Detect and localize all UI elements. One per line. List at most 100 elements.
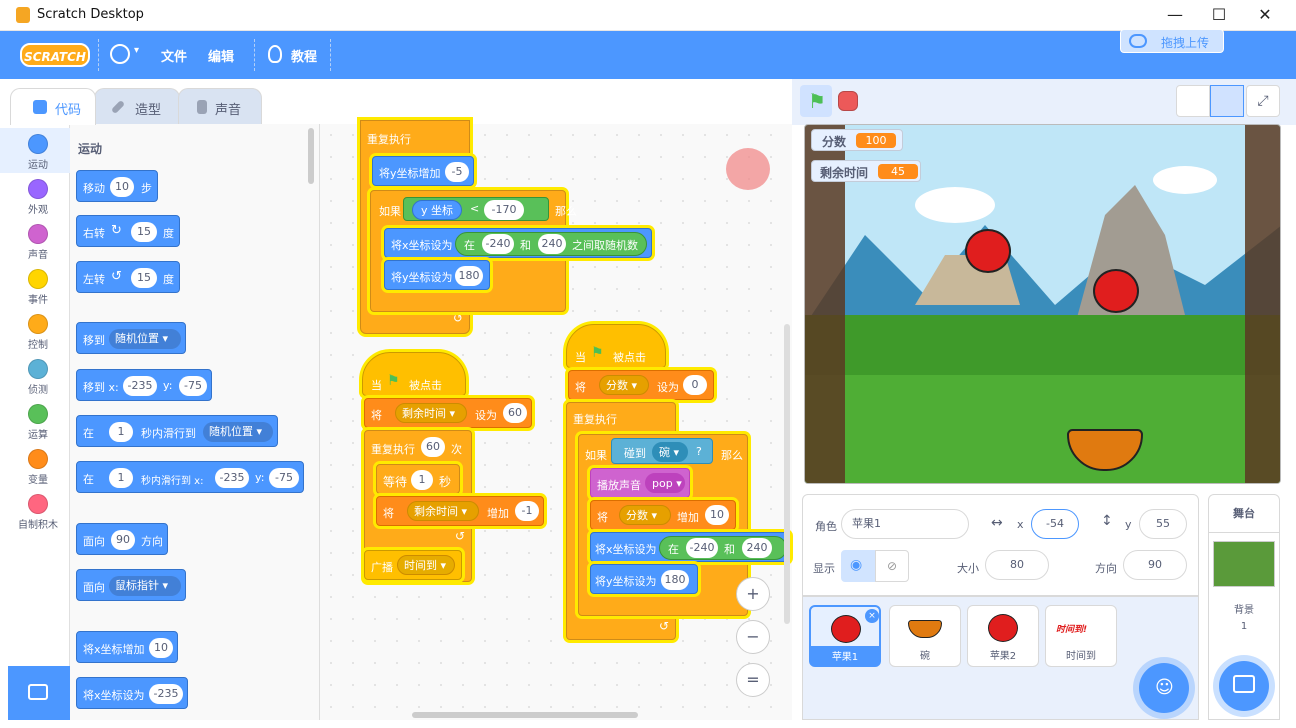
random-to-input[interactable]: 240	[538, 234, 566, 254]
hide-sprite-button[interactable]: ⊘	[875, 550, 909, 582]
degrees-input[interactable]: 15	[131, 222, 157, 242]
palette-scrollbar[interactable]	[308, 128, 314, 184]
direction-input[interactable]: 90	[1123, 550, 1187, 580]
seconds-input[interactable]: 1	[109, 468, 133, 488]
y-input[interactable]: -75	[179, 376, 207, 396]
block-set-variable[interactable]: 将 剩余时间 ▾ 设为 60	[364, 398, 532, 428]
repeat-count-input[interactable]: 60	[421, 437, 445, 457]
block-turn-right[interactable]: 右转 ↻ 15 度	[76, 215, 180, 247]
apple-sprite-1[interactable]	[965, 229, 1011, 273]
stop-button[interactable]	[838, 91, 858, 111]
block-move-steps[interactable]: 移动 10 步	[76, 170, 158, 202]
scratch-logo[interactable]: SCRATCH	[20, 43, 90, 67]
block-turn-left[interactable]: 左转 ↺ 15 度	[76, 261, 180, 293]
menu-file[interactable]: 文件	[161, 46, 187, 65]
upload-button[interactable]: 拖拽上传	[1120, 29, 1224, 53]
close-icon[interactable]: ✕	[1250, 4, 1280, 26]
zoom-reset-button[interactable]: =	[736, 663, 770, 697]
tab-code[interactable]: 代码	[10, 88, 96, 125]
block-set-y[interactable]: 将y坐标设为 180	[590, 564, 698, 594]
block-point-direction[interactable]: 面向 90 方向	[76, 523, 168, 555]
block-set-y[interactable]: 将y坐标设为 180	[384, 260, 490, 290]
category-looks[interactable]: 外观	[0, 173, 70, 218]
y-position-reporter[interactable]: y 坐标	[412, 200, 462, 220]
add-sprite-button[interactable]: ☺	[1139, 663, 1189, 713]
direction-input[interactable]: 90	[111, 530, 135, 550]
block-set-score[interactable]: 将 分数 ▾ 设为 0	[568, 370, 714, 400]
variable-dropdown[interactable]: 分数 ▾	[619, 505, 671, 525]
apple-sprite-2[interactable]	[1093, 269, 1139, 313]
variable-dropdown[interactable]: 剩余时间 ▾	[407, 501, 479, 521]
touch-target-dropdown[interactable]: 碗 ▾	[652, 442, 688, 462]
category-operators[interactable]: 运算	[0, 398, 70, 443]
block-point-towards[interactable]: 面向 鼠标指针 ▾	[76, 569, 186, 601]
y-input[interactable]: 180	[661, 570, 689, 590]
value-input[interactable]: 60	[503, 403, 527, 423]
touching-sensor[interactable]: 碰到 碗 ▾ ?	[611, 438, 713, 464]
block-glide-to[interactable]: 在 1 秒内滑行到 随机位置 ▾	[76, 415, 278, 447]
random-to-input[interactable]: 240	[742, 538, 772, 558]
less-than-operator[interactable]: y 坐标 < -170	[403, 197, 549, 221]
block-set-x-random[interactable]: 将x坐标设为 在 -240 和 240	[590, 532, 790, 562]
category-my-blocks[interactable]: 自制积木	[0, 488, 70, 533]
block-goto-xy[interactable]: 移到 x: -235 y: -75	[76, 369, 212, 401]
category-variables[interactable]: 变量	[0, 443, 70, 488]
category-motion[interactable]: 运动	[0, 128, 70, 173]
horizontal-scrollbar[interactable]	[412, 712, 638, 718]
block-change-y[interactable]: 将y坐标增加 -5	[372, 156, 474, 186]
variable-dropdown[interactable]: 剩余时间 ▾	[395, 403, 467, 423]
delete-sprite-icon[interactable]: ×	[865, 609, 879, 623]
compare-input[interactable]: -170	[484, 200, 524, 220]
x-position-input[interactable]: -54	[1031, 509, 1079, 539]
sprite-tile-apple2[interactable]: 苹果2	[967, 605, 1039, 667]
value-input[interactable]: 10	[705, 505, 729, 525]
tab-costumes[interactable]: 造型	[94, 88, 180, 126]
y-input[interactable]: -75	[269, 468, 299, 488]
category-events[interactable]: 事件	[0, 263, 70, 308]
block-goto[interactable]: 移到 随机位置 ▾	[76, 322, 186, 354]
random-from-input[interactable]: -240	[686, 538, 718, 558]
steps-input[interactable]: 10	[110, 177, 134, 197]
large-stage-button[interactable]	[1210, 85, 1244, 117]
vertical-scrollbar[interactable]	[784, 324, 790, 624]
sprite-tile-timeup[interactable]: 时间到! 时间到	[1045, 605, 1117, 667]
degrees-input[interactable]: 15	[131, 268, 157, 288]
dy-input[interactable]: -5	[445, 162, 469, 182]
sprite-tile-apple1[interactable]: × 苹果1	[809, 605, 881, 667]
block-play-sound[interactable]: 播放声音 pop ▾	[590, 468, 690, 498]
tab-sounds[interactable]: 声音	[178, 88, 262, 126]
dx-input[interactable]: 10	[149, 638, 173, 658]
block-glide-xy[interactable]: 在 1 秒内滑行到 x: -235 y: -75	[76, 461, 304, 493]
add-backdrop-button[interactable]	[1219, 661, 1269, 711]
glide-target-dropdown[interactable]: 随机位置 ▾	[203, 422, 273, 442]
category-sound[interactable]: 声音	[0, 218, 70, 263]
add-extension-button[interactable]	[8, 666, 70, 720]
value-input[interactable]: 0	[683, 375, 707, 395]
time-monitor[interactable]: 剩余时间 45	[811, 160, 921, 182]
wait-seconds-input[interactable]: 1	[411, 470, 433, 490]
message-dropdown[interactable]: 时间到 ▾	[397, 555, 455, 575]
language-globe-icon[interactable]	[110, 44, 130, 64]
block-change-variable[interactable]: 将 剩余时间 ▾ 增加 -1	[376, 496, 544, 526]
value-input[interactable]: -1	[515, 501, 539, 521]
block-wait[interactable]: 等待 1 秒	[376, 464, 460, 494]
random-from-input[interactable]: -240	[482, 234, 514, 254]
goto-target-dropdown[interactable]: 随机位置 ▾	[109, 329, 181, 349]
zoom-in-button[interactable]: +	[736, 577, 770, 611]
stage-canvas[interactable]: 分数 100 剩余时间 45	[804, 124, 1281, 484]
random-operator[interactable]: 在 -240 和 240 之间取随机数	[455, 232, 647, 256]
small-stage-button[interactable]	[1176, 85, 1210, 117]
fullscreen-icon[interactable]: ⤢	[1246, 85, 1280, 117]
sound-dropdown[interactable]: pop ▾	[645, 473, 685, 493]
minimize-icon[interactable]: —	[1160, 4, 1190, 26]
script2-when-flag-clicked[interactable]: 当 ⚑ 被点击	[362, 352, 466, 396]
random-operator[interactable]: 在 -240 和 240	[659, 536, 787, 560]
sprite-tile-bowl[interactable]: 碗	[889, 605, 961, 667]
block-broadcast[interactable]: 广播 时间到 ▾	[364, 550, 462, 580]
block-change-x[interactable]: 将x坐标增加 10	[76, 631, 178, 663]
x-input[interactable]: -235	[149, 684, 183, 704]
block-set-x-random[interactable]: 将x坐标设为 在 -240 和 240 之间取随机数	[384, 228, 652, 258]
maximize-icon[interactable]: ☐	[1204, 4, 1234, 26]
category-sensing[interactable]: 侦测	[0, 353, 70, 398]
menu-tutorials[interactable]: 教程	[291, 46, 317, 65]
